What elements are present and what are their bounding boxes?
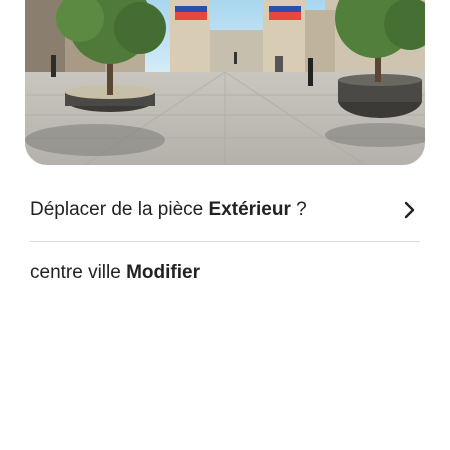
chevron-right-icon[interactable] <box>400 200 420 220</box>
location-name: centre ville <box>30 262 127 283</box>
move-room-suffix: ? <box>290 199 307 220</box>
move-room-row[interactable]: Déplacer de la pièce Extérieur ? <box>30 188 420 232</box>
street-photo-image <box>25 0 425 165</box>
move-room-label: Déplacer de la pièce Extérieur ? <box>30 199 400 221</box>
divider <box>30 241 420 242</box>
listing-photo <box>25 0 425 165</box>
location-row: centre ville Modifier <box>30 262 200 284</box>
edit-location-button[interactable]: Modifier <box>126 262 200 283</box>
room-name: Extérieur <box>208 199 291 220</box>
move-room-prefix: Déplacer de la pièce <box>30 199 209 220</box>
